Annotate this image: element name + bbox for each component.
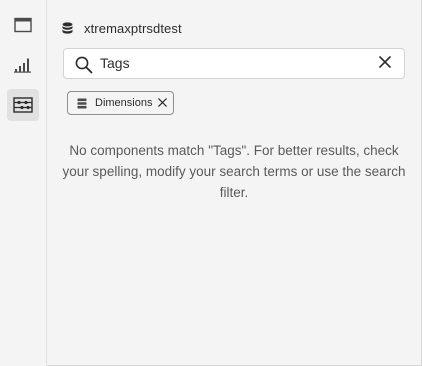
- close-icon: [157, 94, 167, 112]
- report-suite-selector[interactable]: xtremaxptrsdtest: [62, 18, 182, 38]
- database-icon: [62, 21, 74, 35]
- dimensions-filter-chip[interactable]: Dimensions: [67, 91, 174, 115]
- app-frame: xtremaxptrsdtest Tags Dimensions No comp…: [0, 0, 422, 366]
- chip-label: Dimensions: [95, 97, 153, 109]
- search-input[interactable]: Tags: [100, 49, 130, 78]
- left-rail: [0, 0, 47, 366]
- rail-panels-button[interactable]: [7, 9, 39, 41]
- search-icon: [75, 56, 93, 79]
- close-icon: [379, 55, 391, 73]
- no-results-message: No components match "Tags". For better r…: [62, 143, 406, 200]
- remove-filter-button[interactable]: [157, 98, 167, 108]
- rail-visualizations-button[interactable]: [7, 49, 39, 81]
- rail-components-button[interactable]: [7, 89, 39, 121]
- components-panel: xtremaxptrsdtest Tags Dimensions No comp…: [48, 0, 421, 365]
- panel-icon: [14, 17, 32, 33]
- bar-chart-icon: [14, 57, 32, 73]
- dimension-stack-icon: [77, 98, 87, 109]
- components-icon: [13, 97, 33, 113]
- component-search-field[interactable]: Tags: [63, 48, 405, 79]
- report-suite-name: xtremaxptrsdtest: [84, 20, 182, 36]
- clear-search-button[interactable]: [376, 55, 394, 73]
